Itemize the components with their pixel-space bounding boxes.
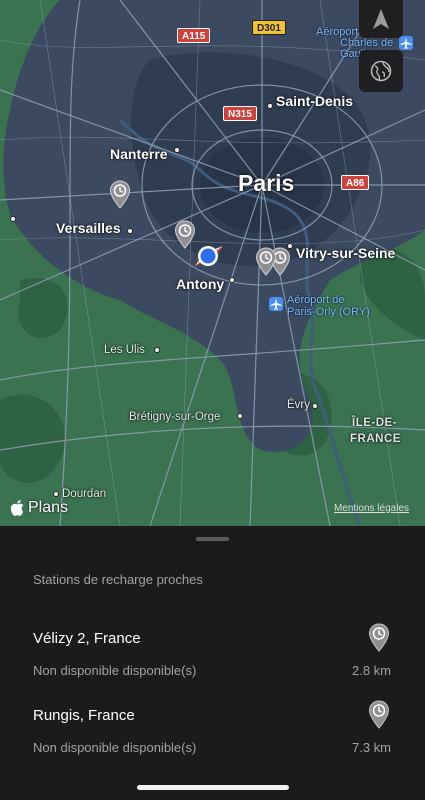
- station-item[interactable]: Rungis, France Non disponible disponible…: [0, 700, 425, 767]
- road-shield-d301: D301: [252, 20, 286, 35]
- station-status: Non disponible disponible(s): [33, 663, 197, 678]
- station-name: Rungis, France: [33, 707, 135, 724]
- city-dot-bretigny: [237, 413, 243, 419]
- city-label-les-ulis: Les Ulis: [104, 344, 145, 356]
- station-name: Vélizy 2, France: [33, 630, 141, 647]
- region-label-line1: ÎLE-DE-: [352, 417, 398, 429]
- airplane-icon: [269, 297, 283, 311]
- city-label-versailles: Versailles: [56, 220, 121, 236]
- road-shield-a86: A86: [341, 175, 370, 190]
- city-label-saint-denis: Saint-Denis: [276, 93, 354, 109]
- map-view[interactable]: A115 D301 N315 A86 Saint-Denis Nanterre …: [0, 0, 425, 526]
- region-label-line2: FRANCE: [350, 433, 401, 445]
- home-indicator[interactable]: [137, 785, 289, 790]
- city-label-evry: Évry: [287, 399, 310, 411]
- charging-station-pin[interactable]: [109, 180, 131, 210]
- station-item[interactable]: Vélizy 2, France Non disponible disponib…: [0, 623, 425, 690]
- station-distance: 7.3 km: [351, 740, 391, 755]
- city-dot-west: [10, 216, 16, 222]
- maps-logo-text: Plans: [28, 499, 69, 516]
- city-label-vitry: Vitry-sur-Seine: [296, 245, 396, 261]
- city-label-antony: Antony: [176, 276, 225, 292]
- navigation-arrow-icon: [373, 9, 389, 29]
- section-title: Stations de recharge proches: [33, 572, 203, 587]
- legal-link[interactable]: Mentions légales: [334, 503, 409, 514]
- airport-orly-line1: Aéroport de: [287, 294, 345, 306]
- airplane-icon: [399, 36, 413, 50]
- bottom-sheet: Stations de recharge proches Vélizy 2, F…: [0, 526, 425, 800]
- city-dot-dourdan: [53, 491, 59, 497]
- charging-station-pin[interactable]: [255, 247, 277, 277]
- city-dot-evry: [312, 403, 318, 409]
- charging-station-pin-icon: [368, 623, 390, 652]
- city-dot-les-ulis: [154, 347, 160, 353]
- city-dot-antony: [229, 277, 235, 283]
- charging-station-pin-icon: [368, 700, 390, 729]
- city-label-dourdan: Dourdan: [62, 488, 107, 500]
- road-shield-a115: A115: [177, 28, 211, 43]
- sheet-handle[interactable]: [196, 537, 229, 541]
- city-label-bretigny: Brétigny-sur-Orge: [129, 411, 221, 423]
- city-dot-versailles: [127, 228, 133, 234]
- apple-logo-icon: [11, 500, 24, 516]
- city-label-paris: Paris: [238, 170, 295, 196]
- locate-button[interactable]: [359, 0, 403, 38]
- station-status: Non disponible disponible(s): [33, 740, 197, 755]
- maps-logo: Plans: [11, 499, 68, 517]
- city-dot-nanterre: [174, 147, 180, 153]
- station-distance: 2.8 km: [351, 663, 391, 678]
- globe-icon: [370, 60, 392, 82]
- airport-orly-line2: Paris-Orly (ORY): [287, 306, 370, 318]
- city-label-nanterre: Nanterre: [110, 146, 168, 162]
- map-mode-button[interactable]: [359, 50, 403, 92]
- current-location-icon[interactable]: [192, 239, 226, 273]
- road-shield-n315: N315: [223, 106, 257, 121]
- city-dot-saint-denis: [267, 103, 273, 109]
